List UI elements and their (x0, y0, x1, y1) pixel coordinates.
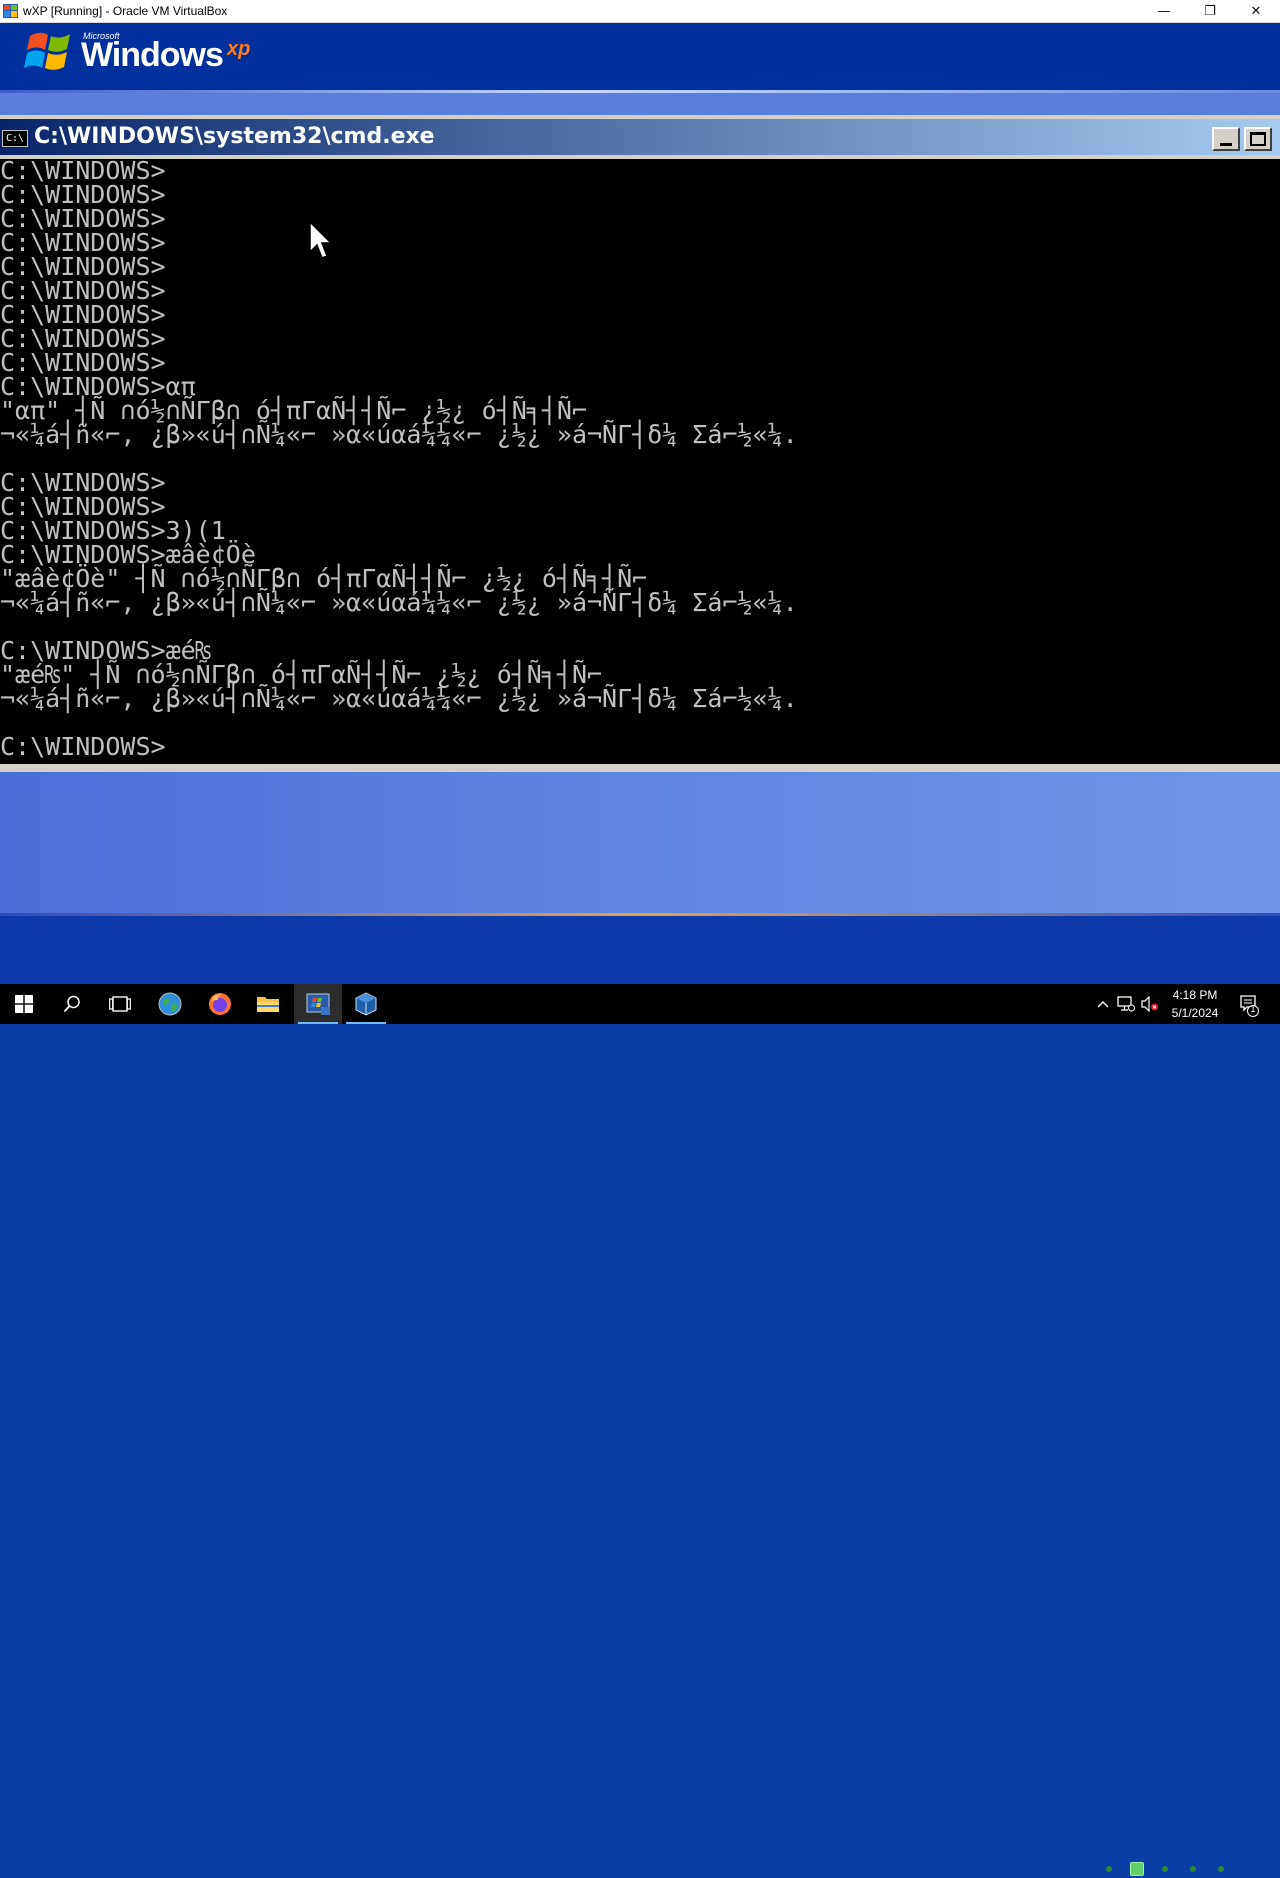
xp-window-icon (306, 993, 330, 1015)
host-restore-button[interactable]: ❐ (1187, 0, 1233, 23)
cmd-titlebar[interactable]: C:\ C:\WINDOWS\system32\cmd.exe (0, 119, 1280, 155)
cmd-app-icon[interactable]: C:\ (2, 130, 28, 147)
maximize-icon (1250, 132, 1266, 146)
cmd-minimize-button[interactable] (1212, 127, 1240, 151)
console-line: ¬«¼á┤ñ«⌐, ¿β»«ú┤∩Ñ¼«⌐ »α«úαá¼¼«⌐ ¿½¿ »á¬… (0, 588, 798, 617)
search-icon (63, 995, 80, 1013)
taskbar-clock[interactable]: 4:18 PM 5/1/2024 (1162, 986, 1228, 1022)
host-taskbar: 4:18 PM 5/1/2024 1 (0, 984, 1280, 1024)
progress-dot (1190, 1866, 1196, 1872)
windows-flag-icon (24, 32, 70, 70)
cmd-window-title: C:\WINDOWS\system32\cmd.exe (34, 124, 435, 149)
xp-light-band (0, 93, 1280, 115)
task-view-icon (109, 996, 131, 1012)
globe-icon (158, 992, 182, 1016)
xp-footer-band (0, 916, 1280, 1876)
minimize-icon (1220, 143, 1232, 146)
minimize-icon: — (1157, 4, 1171, 19)
start-button[interactable] (0, 984, 48, 1024)
restore-icon: ❐ (1204, 4, 1216, 19)
firefox-icon (209, 993, 231, 1015)
console-line: ¬«¼á┤ñ«⌐, ¿β»«ú┤∩Ñ¼«⌐ »α«úαá¼¼«⌐ ¿½¿ »á¬… (0, 684, 798, 713)
folder-icon (257, 997, 279, 1012)
host-window-titlebar[interactable]: wXP [Running] - Oracle VM VirtualBox — ❐… (0, 0, 1280, 23)
xp-lower-band (0, 772, 1280, 914)
taskbar-app-firefox[interactable] (196, 984, 244, 1024)
cmd-console-output[interactable]: C:\WINDOWS> C:\WINDOWS> C:\WINDOWS> C:\WIND… (0, 159, 1280, 764)
loading-progress-dots (1098, 1860, 1228, 1878)
volume-button[interactable] (1138, 984, 1162, 1024)
search-button[interactable] (48, 984, 96, 1024)
network-button[interactable] (1114, 984, 1138, 1024)
task-view-button[interactable] (96, 984, 144, 1024)
progress-dot-active (1130, 1862, 1144, 1876)
console-lines: C:\WINDOWS> C:\WINDOWS> C:\WINDOWS> C:\WIND… (0, 159, 798, 759)
host-window-title: wXP [Running] - Oracle VM VirtualBox (23, 4, 228, 18)
mouse-pointer-icon (309, 221, 333, 259)
progress-dot (1218, 1866, 1224, 1872)
clock-date: 5/1/2024 (1171, 1006, 1219, 1020)
windows-xp-logo: Microsoft Windows xp (24, 28, 264, 83)
windows-wordmark: Windows (81, 36, 224, 74)
taskbar-app-file-explorer[interactable] (244, 984, 292, 1024)
taskbar-app-globe[interactable] (146, 984, 194, 1024)
taskbar-app-virtualbox-vm[interactable] (294, 984, 342, 1024)
progress-dot (1162, 1866, 1168, 1872)
notification-count: 1 (1250, 1004, 1256, 1014)
volume-muted-icon (1141, 996, 1158, 1012)
progress-dot (1106, 1866, 1112, 1872)
console-line: C:\WINDOWS> (0, 732, 166, 761)
action-center-button[interactable]: 1 (1236, 984, 1276, 1024)
show-hidden-icons-button[interactable] (1092, 984, 1114, 1024)
cmd-window[interactable]: C:\ C:\WINDOWS\system32\cmd.exe C:\WINDO… (0, 115, 1280, 772)
xp-wordmark: xp (227, 38, 251, 60)
close-icon: ✕ (1250, 4, 1262, 19)
virtualbox-icon (355, 992, 377, 1016)
chevron-up-icon (1097, 1001, 1109, 1008)
virtualbox-vm-icon (3, 4, 18, 18)
taskbar-app-virtualbox[interactable] (342, 984, 390, 1024)
console-line: ¬«¼á┤ñ«⌐, ¿β»«ú┤∩Ñ¼«⌐ »α«úαá¼¼«⌐ ¿½¿ »á¬… (0, 420, 798, 449)
network-icon (1117, 996, 1135, 1012)
host-minimize-button[interactable]: — (1141, 0, 1187, 23)
windows-logo-icon (15, 995, 33, 1013)
cmd-maximize-button[interactable] (1244, 127, 1272, 151)
host-close-button[interactable]: ✕ (1233, 0, 1279, 23)
clock-time: 4:18 PM (1172, 988, 1218, 1002)
